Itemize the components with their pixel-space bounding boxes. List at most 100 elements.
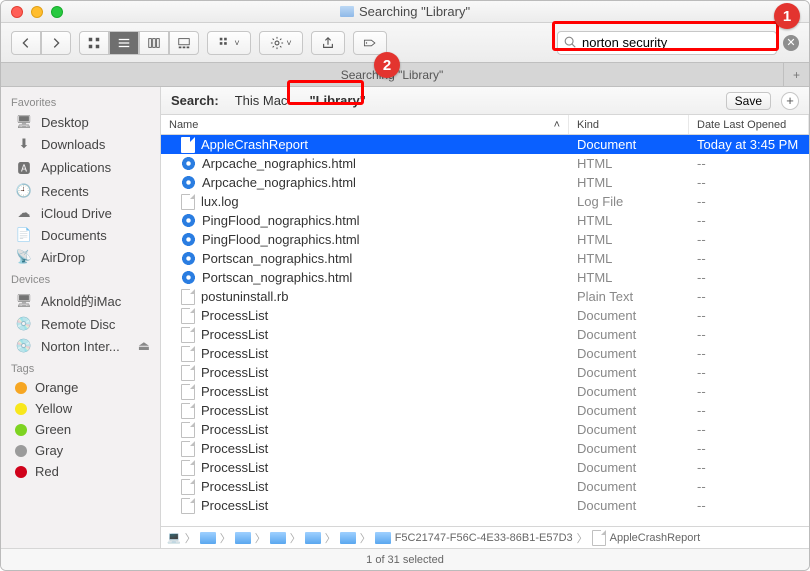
sidebar-item[interactable]: 📡AirDrop xyxy=(1,246,160,268)
path-segment[interactable]: F5C21747-F56C-4E33-86B1-E57D3 xyxy=(395,532,573,544)
file-date: -- xyxy=(689,327,809,342)
sidebar-item[interactable]: ⬇Downloads xyxy=(1,133,160,155)
sidebar-item[interactable]: 🕘Recents xyxy=(1,180,160,202)
sort-asc-icon: ˄ xyxy=(554,119,560,131)
sidebar-item[interactable]: 🅰Applications xyxy=(1,155,160,180)
file-name: Arpcache_nographics.html xyxy=(202,175,356,190)
new-tab-button[interactable]: + xyxy=(783,63,809,86)
sidebar-tag[interactable]: Red xyxy=(1,461,160,482)
list-view-button[interactable] xyxy=(109,31,139,55)
sidebar-item[interactable]: ☁iCloud Drive xyxy=(1,202,160,224)
file-row[interactable]: ProcessListDocument-- xyxy=(161,325,809,344)
file-date: -- xyxy=(689,175,809,190)
file-kind: Log File xyxy=(569,194,689,209)
file-row[interactable]: ProcessListDocument-- xyxy=(161,420,809,439)
file-date: -- xyxy=(689,232,809,247)
search-label: Search: xyxy=(171,93,219,108)
file-icon xyxy=(181,270,196,285)
file-kind: Document xyxy=(569,403,689,418)
path-bar[interactable]: 💻〉 〉 〉 〉 〉 〉 F5C21747-F56C-4E33-86B1-E57… xyxy=(161,526,809,548)
file-row[interactable]: ProcessListDocument-- xyxy=(161,382,809,401)
add-criteria-button[interactable]: + xyxy=(781,92,799,110)
file-icon xyxy=(181,251,196,266)
scope-this-mac[interactable]: This Mac xyxy=(229,91,294,110)
file-date: -- xyxy=(689,308,809,323)
sidebar-tag[interactable]: Yellow xyxy=(1,398,160,419)
sidebar-item[interactable]: 🖥Desktop xyxy=(1,111,160,133)
minimize-window-button[interactable] xyxy=(31,6,43,18)
column-kind[interactable]: Kind xyxy=(569,115,689,134)
sidebar-item[interactable]: 📄Documents xyxy=(1,224,160,246)
file-row[interactable]: AppleCrashReportDocumentToday at 3:45 PM xyxy=(161,135,809,154)
sidebar-tag[interactable]: Orange xyxy=(1,377,160,398)
sidebar-item-label: Downloads xyxy=(41,137,105,152)
file-icon xyxy=(181,213,196,228)
sidebar-item-label: Yellow xyxy=(35,401,72,416)
file-date: -- xyxy=(689,270,809,285)
search-input[interactable] xyxy=(557,31,777,55)
icon-view-button[interactable] xyxy=(79,31,109,55)
tag-dot-icon xyxy=(15,382,27,394)
file-row[interactable]: Arpcache_nographics.htmlHTML-- xyxy=(161,154,809,173)
save-search-button[interactable]: Save xyxy=(726,92,771,110)
file-row[interactable]: postuninstall.rbPlain Text-- xyxy=(161,287,809,306)
file-row[interactable]: ProcessListDocument-- xyxy=(161,439,809,458)
sidebar-item[interactable]: 🖥Aknold的iMac xyxy=(1,288,160,313)
back-button[interactable] xyxy=(11,31,41,55)
file-row[interactable]: ProcessListDocument-- xyxy=(161,401,809,420)
file-row[interactable]: Portscan_nographics.htmlHTML-- xyxy=(161,268,809,287)
file-row[interactable]: PingFlood_nographics.htmlHTML-- xyxy=(161,211,809,230)
column-name[interactable]: Name˄ xyxy=(161,115,569,134)
file-name: ProcessList xyxy=(201,308,268,323)
tags-button[interactable] xyxy=(353,31,387,55)
column-view-button[interactable] xyxy=(139,31,169,55)
clear-search-button[interactable]: ✕ xyxy=(783,35,799,51)
column-date[interactable]: Date Last Opened xyxy=(689,115,809,134)
file-row[interactable]: ProcessListDocument-- xyxy=(161,306,809,325)
file-date: -- xyxy=(689,441,809,456)
gallery-view-button[interactable] xyxy=(169,31,199,55)
forward-button[interactable] xyxy=(41,31,71,55)
action-button[interactable]: ˅ xyxy=(259,31,303,55)
scope-library[interactable]: "Library" xyxy=(303,91,371,110)
file-row[interactable]: Portscan_nographics.htmlHTML-- xyxy=(161,249,809,268)
file-name: AppleCrashReport xyxy=(201,137,308,152)
share-button[interactable] xyxy=(311,31,345,55)
search-scope-bar: Search: This Mac "Library" Save + xyxy=(161,87,809,115)
file-name: ProcessList xyxy=(201,403,268,418)
maximize-window-button[interactable] xyxy=(51,6,63,18)
sidebar-item-label: Red xyxy=(35,464,59,479)
file-row[interactable]: Arpcache_nographics.html HTML-- xyxy=(161,173,809,192)
file-list[interactable]: AppleCrashReportDocumentToday at 3:45 PM… xyxy=(161,135,809,526)
sidebar-tag[interactable]: Green xyxy=(1,419,160,440)
sidebar-item-label: Desktop xyxy=(41,115,89,130)
file-kind: HTML xyxy=(569,175,689,190)
sidebar-icon: 💿 xyxy=(15,316,33,332)
sidebar-tag[interactable]: Gray xyxy=(1,440,160,461)
file-name: ProcessList xyxy=(201,327,268,342)
sidebar-item[interactable]: 💿Remote Disc xyxy=(1,313,160,335)
file-row[interactable]: lux.logLog File-- xyxy=(161,192,809,211)
file-row[interactable]: PingFlood_nographics.htmlHTML-- xyxy=(161,230,809,249)
file-name: lux.log xyxy=(201,194,239,209)
file-row[interactable]: ProcessListDocument-- xyxy=(161,363,809,382)
tag-dot-icon xyxy=(15,424,27,436)
sidebar-icon: ☁ xyxy=(15,205,33,221)
file-row[interactable]: ProcessListDocument-- xyxy=(161,458,809,477)
file-icon xyxy=(181,137,195,153)
close-window-button[interactable] xyxy=(11,6,23,18)
folder-icon xyxy=(340,6,354,17)
file-row[interactable]: ProcessListDocument-- xyxy=(161,344,809,363)
file-name: Arpcache_nographics.html xyxy=(202,156,356,171)
path-leaf[interactable]: AppleCrashReport xyxy=(610,532,701,544)
eject-icon[interactable]: ⏏ xyxy=(138,338,150,354)
tag-dot-icon xyxy=(15,403,27,415)
sidebar-item[interactable]: 💿Norton Inter...⏏ xyxy=(1,335,160,357)
file-row[interactable]: ProcessListDocument-- xyxy=(161,496,809,515)
annotation-badge-1: 1 xyxy=(774,3,800,29)
file-row[interactable]: ProcessListDocument-- xyxy=(161,477,809,496)
file-kind: Document xyxy=(569,479,689,494)
arrange-button[interactable]: ˅ xyxy=(207,31,251,55)
file-kind: HTML xyxy=(569,270,689,285)
file-icon xyxy=(181,422,195,438)
